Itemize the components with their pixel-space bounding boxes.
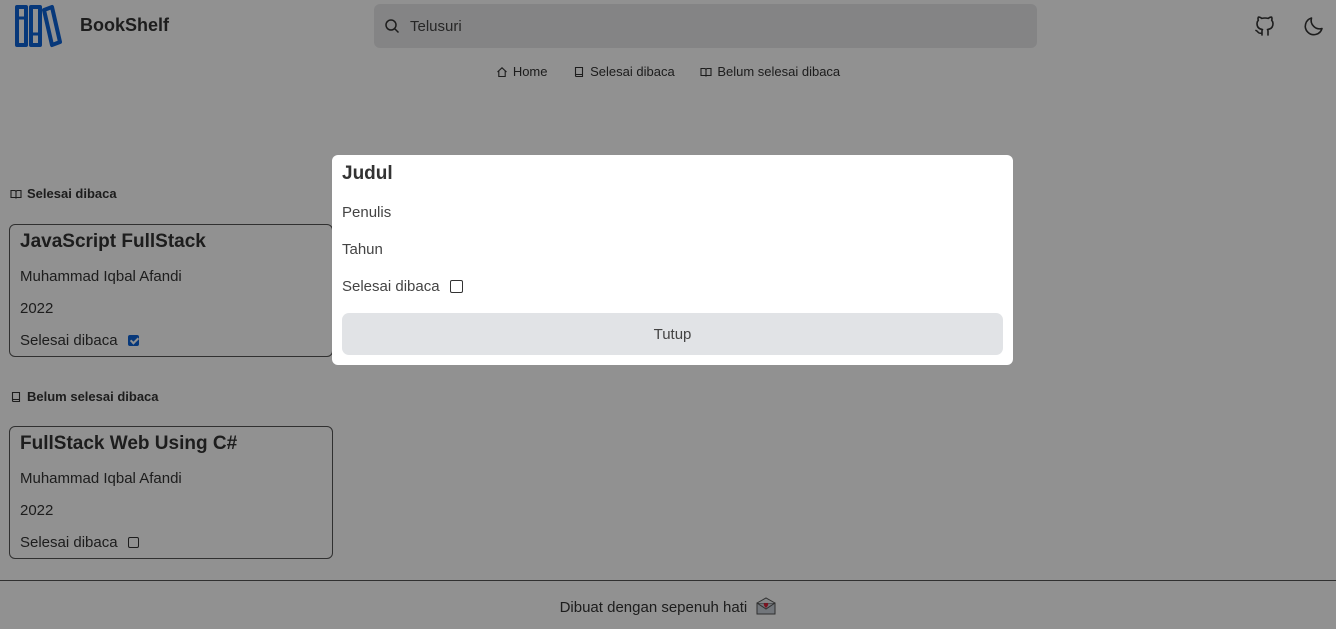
book-detail-modal: Judul Penulis Tahun Selesai dibaca Tutup [332,155,1013,365]
modal-title: Judul [342,163,393,184]
close-button[interactable]: Tutup [342,313,1003,355]
modal-author: Penulis [342,204,392,221]
modal-year: Tahun [342,241,383,258]
modal-done-checkbox[interactable] [449,280,463,293]
modal-done-toggle: Selesai dibaca [342,278,463,295]
modal-done-label: Selesai dibaca [342,278,440,295]
